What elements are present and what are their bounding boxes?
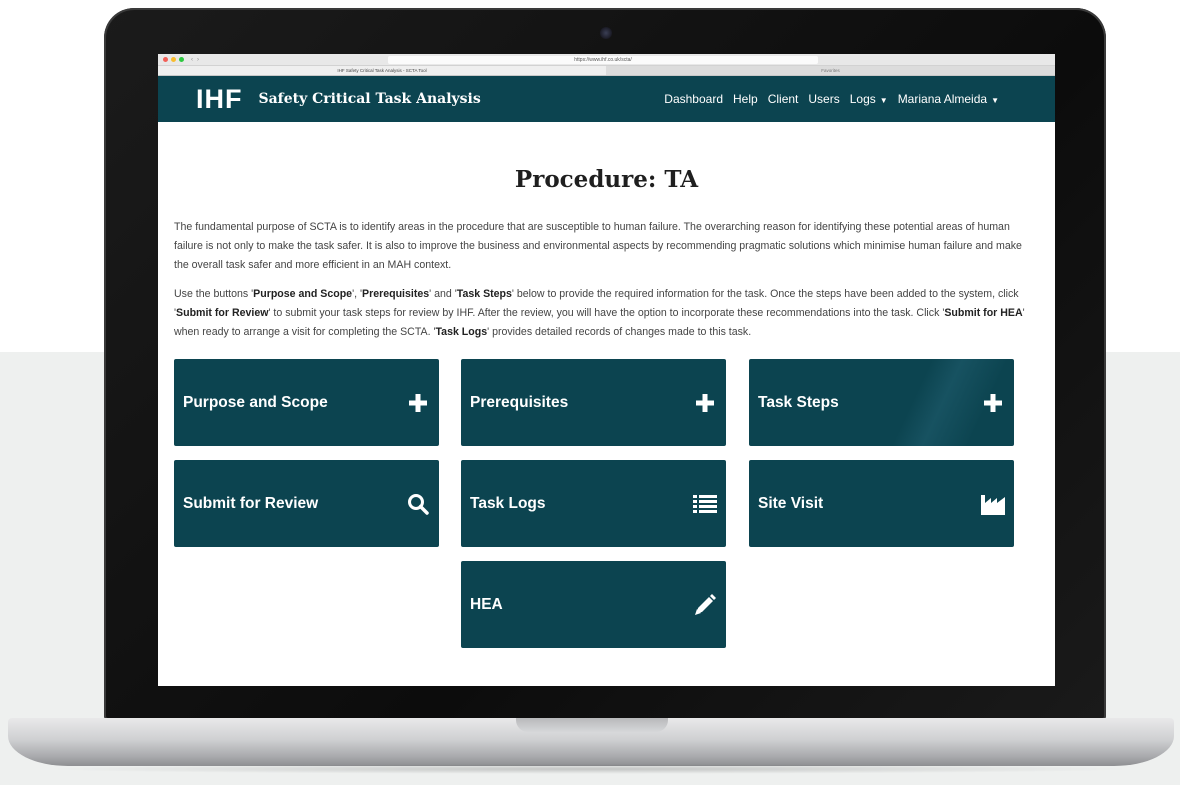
minimize-window-icon[interactable]: [171, 57, 176, 62]
nav-users[interactable]: Users: [808, 92, 839, 106]
instr-bold: Task Logs: [435, 326, 488, 338]
instr-bold: Prerequisites: [362, 288, 430, 300]
plus-icon: [981, 391, 1005, 415]
browser-tab-active[interactable]: IHF Safety Critical Task Analysis - SCTA…: [158, 66, 606, 75]
submit-for-review-button[interactable]: Submit for Review: [174, 460, 439, 547]
browser-tab-favorites[interactable]: Favorites: [606, 66, 1055, 75]
laptop-notch: [516, 718, 668, 732]
factory-icon: [981, 492, 1005, 516]
tile-label: Task Steps: [758, 393, 839, 411]
page-title: Procedure: TA: [514, 166, 699, 193]
nav-help[interactable]: Help: [733, 92, 758, 106]
instr-bold: Purpose and Scope: [253, 288, 353, 300]
instr-text: ', ': [352, 288, 363, 300]
site-visit-button[interactable]: Site Visit: [749, 460, 1014, 547]
instr-text: ' to submit your task steps for review b…: [268, 307, 945, 319]
close-window-icon[interactable]: [163, 57, 168, 62]
app-title: Safety Critical Task Analysis: [258, 91, 481, 107]
chevron-down-icon: ▼: [991, 96, 999, 105]
tile-label: Task Logs: [470, 494, 546, 512]
task-logs-button[interactable]: Task Logs: [461, 460, 726, 547]
nav-logs-label: Logs: [849, 92, 876, 106]
browser-toolbar: ‹ › https://www.ihf.co.uk/scta/: [158, 54, 1055, 66]
laptop-shadow: [40, 764, 1140, 774]
chevron-down-icon: ▼: [879, 96, 888, 105]
tile-label: HEA: [470, 595, 503, 613]
url-text: https://www.ihf.co.uk/scta/: [574, 57, 632, 63]
purpose-and-scope-button[interactable]: Purpose and Scope: [174, 359, 439, 446]
screen: ‹ › https://www.ihf.co.uk/scta/ IHF Safe…: [158, 54, 1055, 686]
search-icon: [406, 492, 430, 516]
list-icon: [693, 492, 717, 516]
browser-tabs: IHF Safety Critical Task Analysis - SCTA…: [158, 66, 1055, 76]
forward-icon[interactable]: ›: [197, 54, 199, 66]
tile-label: Purpose and Scope: [183, 393, 328, 411]
maximize-window-icon[interactable]: [179, 57, 184, 62]
top-nav: Dashboard Help Client Users Logs ▼ Marian…: [654, 76, 999, 122]
tile-label: Prerequisites: [470, 393, 569, 411]
instr-text: ' provides detailed records of changes m…: [487, 326, 752, 338]
nav-client[interactable]: Client: [768, 92, 799, 106]
instr-bold: Submit for Review: [176, 307, 269, 319]
address-bar[interactable]: https://www.ihf.co.uk/scta/: [388, 56, 818, 64]
user-name: Mariana Almeida: [897, 92, 988, 106]
instr-bold: Task Steps: [456, 288, 512, 300]
instr-text: ' and ': [429, 288, 457, 300]
prerequisites-button[interactable]: Prerequisites: [461, 359, 726, 446]
action-tiles: Purpose and Scope Prerequisites Task Ste…: [158, 359, 1055, 659]
user-menu-dropdown[interactable]: Mariana Almeida ▼: [898, 92, 999, 106]
back-icon[interactable]: ‹: [191, 54, 193, 66]
task-steps-button[interactable]: Task Steps: [749, 359, 1014, 446]
tile-label: Submit for Review: [183, 494, 319, 512]
tile-label: Site Visit: [758, 494, 824, 512]
nav-logs-dropdown[interactable]: Logs ▼: [850, 92, 888, 106]
instr-bold: Submit for HEA: [944, 307, 1023, 319]
plus-icon: [693, 391, 717, 415]
pencil-icon: [693, 593, 717, 617]
instr-text: Use the buttons ': [174, 288, 254, 300]
instructions-paragraph: Use the buttons 'Purpose and Scope', 'Pr…: [174, 285, 1039, 342]
webcam-icon: [600, 27, 612, 39]
ihf-logo[interactable]: IHF: [196, 76, 243, 122]
nav-dashboard[interactable]: Dashboard: [664, 92, 723, 106]
intro-paragraph: The fundamental purpose of SCTA is to id…: [174, 221, 1022, 271]
app-header: IHF Safety Critical Task Analysis Dashbo…: [158, 76, 1055, 122]
hea-button[interactable]: HEA: [461, 561, 726, 648]
plus-icon: [406, 391, 430, 415]
